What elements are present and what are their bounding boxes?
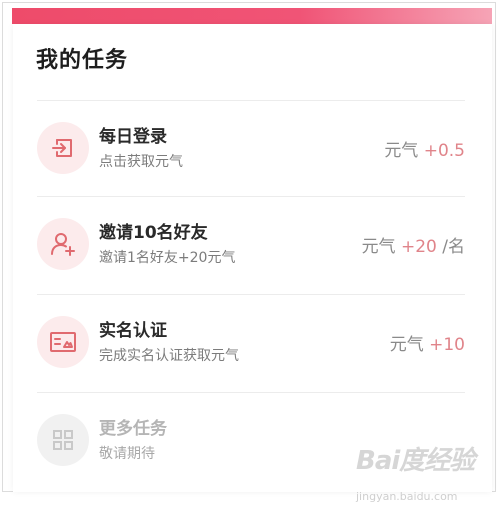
reward-amount: +20 [400, 237, 437, 257]
task-desc: 邀请1名好友+20元气 [99, 250, 236, 266]
task-name: 邀请10名好友 [99, 223, 208, 243]
reward-label: 元气 [384, 141, 419, 161]
header-accent-bar [12, 8, 492, 24]
grid-icon [37, 414, 89, 466]
watermark-url: jingyan.baidu.com [356, 490, 458, 503]
task-desc: 完成实名认证获取元气 [99, 348, 239, 364]
task-desc: 点击获取元气 [99, 154, 183, 170]
task-real-name-verification[interactable]: 实名认证 完成实名认证获取元气 元气 +10 [13, 294, 492, 390]
task-reward: 元气 +20 /名 [362, 232, 465, 257]
login-icon [37, 122, 89, 174]
task-daily-login[interactable]: 每日登录 点击获取元气 元气 +0.5 [13, 100, 492, 196]
reward-label: 元气 [361, 237, 396, 257]
reward-amount: +10 [429, 335, 465, 355]
reward-amount: +0.5 [423, 141, 465, 161]
panel-title: 我的任务 [36, 48, 129, 73]
task-desc: 敬请期待 [99, 446, 155, 462]
reward-label: 元气 [389, 335, 424, 355]
add-user-icon [37, 218, 89, 270]
task-name: 每日登录 [99, 127, 167, 147]
watermark-logo: Bai度经验 [356, 446, 475, 476]
task-name: 实名认证 [99, 321, 167, 341]
task-reward: 元气 +0.5 [384, 136, 465, 161]
id-card-icon [37, 316, 89, 368]
reward-suffix: /名 [442, 237, 465, 257]
task-name: 更多任务 [99, 419, 167, 439]
watermark: Bai度经验 jingyan.baidu.com [356, 440, 475, 507]
task-reward: 元气 +10 [390, 330, 465, 355]
task-invite-friends[interactable]: 邀请10名好友 邀请1名好友+20元气 元气 +20 /名 [13, 196, 492, 292]
